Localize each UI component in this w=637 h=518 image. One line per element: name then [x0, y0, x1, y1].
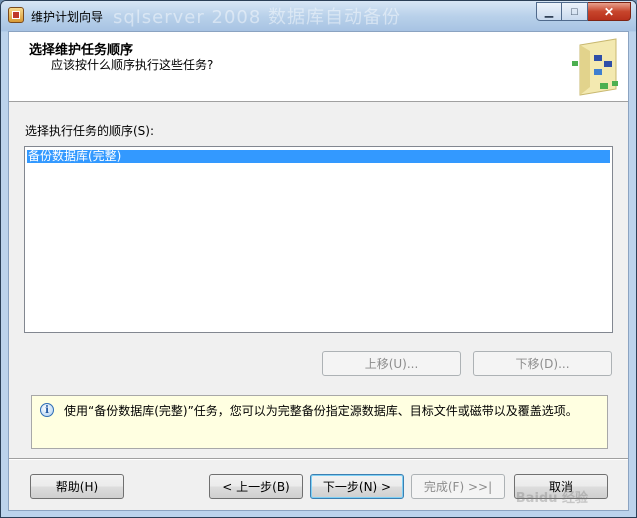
- maximize-button[interactable]: □: [562, 2, 588, 21]
- ghost-window-title: sqlserver 2008 数据库自动备份: [113, 7, 402, 28]
- info-panel: i 使用“备份数据库(完整)”任务，您可以为完整备份指定源数据库、目标文件或磁带…: [31, 395, 608, 449]
- caption-buttons: ▁ □ ✕: [536, 2, 631, 21]
- title-bar[interactable]: 维护计划向导 sqlserver 2008 数据库自动备份 ▁ □ ✕: [1, 1, 636, 31]
- close-button[interactable]: ✕: [588, 2, 631, 21]
- minimize-button[interactable]: ▁: [536, 2, 562, 21]
- move-up-button[interactable]: 上移(U)...: [322, 351, 461, 376]
- footer-divider: [9, 458, 628, 460]
- back-button[interactable]: < 上一步(B): [209, 474, 303, 499]
- watermark-text: Baidu 经验: [515, 491, 588, 506]
- wizard-client-area: 选择维护任务顺序 应该按什么顺序执行这些任务? 选择执行任务的顺序(S): 备份…: [8, 31, 629, 511]
- list-item[interactable]: 备份数据库(完整): [27, 150, 610, 163]
- wizard-header: 选择维护任务顺序 应该按什么顺序执行这些任务?: [9, 32, 628, 102]
- task-order-label: 选择执行任务的顺序(S):: [25, 124, 155, 138]
- next-button[interactable]: 下一步(N) >: [310, 474, 404, 499]
- help-button[interactable]: 帮助(H): [30, 474, 124, 499]
- wizard-window: 维护计划向导 sqlserver 2008 数据库自动备份 ▁ □ ✕ 选择维护…: [0, 0, 637, 518]
- finish-button[interactable]: 完成(F) >>|: [411, 474, 505, 499]
- info-icon: i: [40, 403, 54, 417]
- window-title: 维护计划向导: [31, 10, 104, 24]
- move-down-button[interactable]: 下移(D)...: [473, 351, 612, 376]
- page-subtitle: 应该按什么顺序执行这些任务?: [51, 58, 214, 72]
- task-order-listbox[interactable]: 备份数据库(完整): [24, 146, 613, 333]
- info-text: 使用“备份数据库(完整)”任务，您可以为完整备份指定源数据库、目标文件或磁带以及…: [64, 404, 578, 418]
- wizard-banner-icon: [572, 38, 618, 96]
- app-icon: [8, 7, 24, 23]
